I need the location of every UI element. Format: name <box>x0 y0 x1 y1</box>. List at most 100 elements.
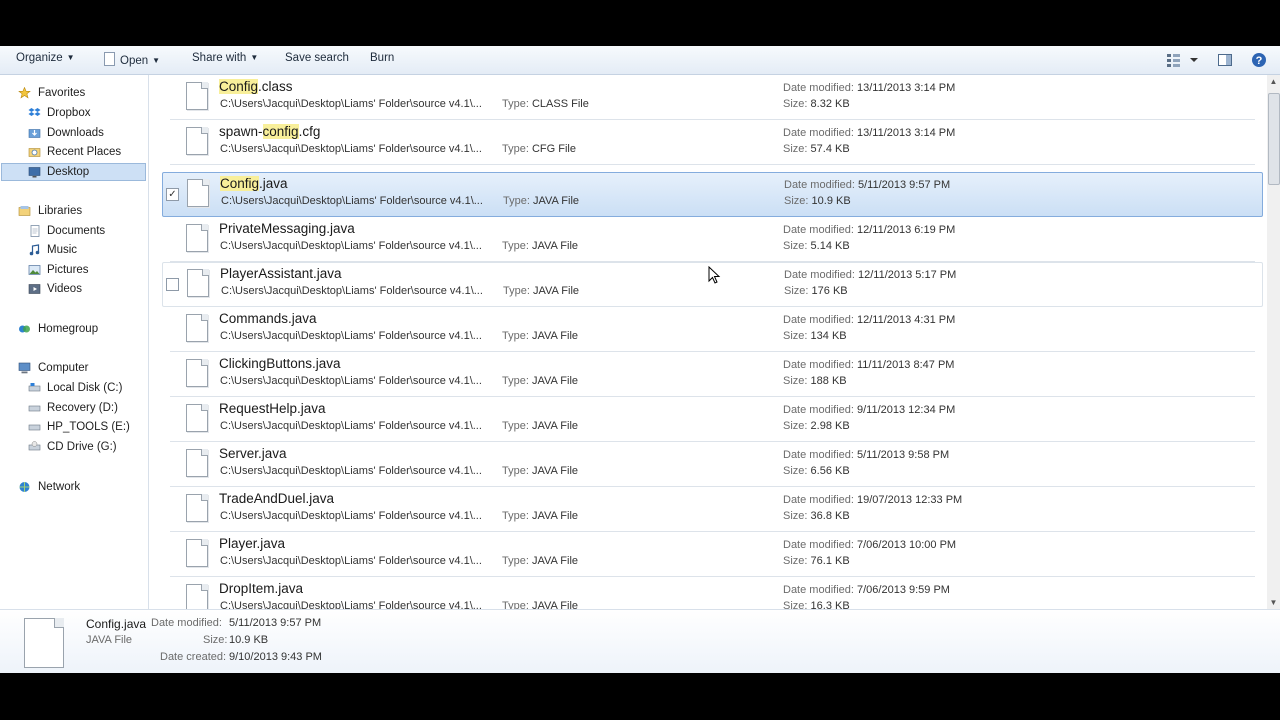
file-type: Type: JAVA File <box>503 285 580 297</box>
file-type: Type: JAVA File <box>502 240 579 252</box>
details-file-name: Config.java <box>86 617 147 631</box>
scrollbar-thumb[interactable] <box>1268 93 1280 185</box>
file-row[interactable]: DropItem.java C:\Users\Jacqui\Desktop\Li… <box>162 577 1263 609</box>
file-name: spawn-config.cfg <box>219 124 321 139</box>
nav-recent-places-label: Recent Places <box>47 146 122 158</box>
file-row[interactable]: PrivateMessaging.java C:\Users\Jacqui\De… <box>162 217 1263 262</box>
file-row[interactable]: Config.class C:\Users\Jacqui\Desktop\Lia… <box>162 75 1263 120</box>
organize-label: Organize <box>16 52 63 64</box>
computer-icon <box>18 362 31 374</box>
scroll-up-arrow-icon[interactable]: ▲ <box>1267 75 1280 88</box>
file-size: Size: 36.8 KB <box>783 510 850 522</box>
file-date-modified: Date modified: 11/11/2013 8:47 PM <box>783 359 955 371</box>
file-row[interactable]: Player.java C:\Users\Jacqui\Desktop\Liam… <box>162 532 1263 577</box>
save-search-button[interactable]: Save search <box>285 52 349 64</box>
file-size: Size: 10.9 KB <box>784 195 851 207</box>
drive-icon <box>28 405 41 412</box>
file-path: C:\Users\Jacqui\Desktop\Liams' Folder\so… <box>220 420 482 432</box>
help-icon: ? <box>1252 53 1266 67</box>
file-size: Size: 188 KB <box>783 375 847 387</box>
nav-desktop[interactable]: Desktop <box>1 163 146 181</box>
details-file-type: JAVA File <box>86 634 133 646</box>
navigation-pane: Favorites Dropbox Downloads Recent Place… <box>0 75 149 609</box>
file-name: Server.java <box>219 446 287 461</box>
videos-icon <box>28 284 41 294</box>
selection-checkbox[interactable]: ✓ <box>166 188 179 201</box>
file-type: Type: JAVA File <box>502 555 579 567</box>
star-icon <box>18 87 31 99</box>
file-date-modified: Date modified: 7/06/2013 9:59 PM <box>783 584 950 596</box>
file-size: Size: 176 KB <box>784 285 848 297</box>
file-icon <box>186 584 208 609</box>
file-icon <box>186 82 208 110</box>
homegroup-icon <box>19 325 30 333</box>
chevron-down-icon: ▼ <box>152 56 161 65</box>
file-icon <box>186 224 208 252</box>
view-options-button[interactable] <box>1165 52 1201 71</box>
nav-music-label: Music <box>47 244 78 256</box>
file-row[interactable]: Server.java C:\Users\Jacqui\Desktop\Liam… <box>162 442 1263 487</box>
file-icon <box>186 539 208 567</box>
selection-checkbox[interactable] <box>166 278 179 291</box>
nav-local-disk-label: Local Disk (C:) <box>47 382 123 394</box>
share-with-label: Share with <box>192 52 247 64</box>
nav-recovery-label: Recovery (D:) <box>47 402 118 414</box>
pictures-icon <box>28 265 41 275</box>
file-row[interactable]: TradeAndDuel.java C:\Users\Jacqui\Deskto… <box>162 487 1263 532</box>
mouse-cursor-icon <box>708 266 721 284</box>
file-name: Config.class <box>219 79 293 94</box>
scroll-down-arrow-icon[interactable]: ▼ <box>1267 596 1280 609</box>
details-pane: Config.java JAVA File Date modified: 5/1… <box>0 609 1280 673</box>
file-date-modified: Date modified: 5/11/2013 9:57 PM <box>784 179 951 191</box>
file-row[interactable]: Commands.java C:\Users\Jacqui\Desktop\Li… <box>162 307 1263 352</box>
file-path: C:\Users\Jacqui\Desktop\Liams' Folder\so… <box>220 465 482 477</box>
file-type: Type: JAVA File <box>502 465 579 477</box>
open-button[interactable]: Open ▼ <box>104 52 160 67</box>
organize-button[interactable]: Organize ▼ <box>16 52 75 64</box>
file-type: Type: JAVA File <box>502 510 579 522</box>
preview-pane-button[interactable] <box>1217 52 1233 71</box>
details-size: 10.9 KB <box>229 634 269 646</box>
nav-downloads-label: Downloads <box>47 127 104 139</box>
file-row[interactable]: spawn-config.cfg C:\Users\Jacqui\Desktop… <box>162 120 1263 165</box>
nav-pictures-label: Pictures <box>47 264 89 276</box>
file-path: C:\Users\Jacqui\Desktop\Liams' Folder\so… <box>220 143 482 155</box>
desktop-icon <box>28 167 41 178</box>
network-icon <box>19 482 30 492</box>
open-label: Open <box>120 55 149 67</box>
file-name: PrivateMessaging.java <box>219 221 355 236</box>
file-size: Size: 134 KB <box>783 330 847 342</box>
details-date-modified-label: Date modified: <box>151 617 222 629</box>
file-name: Config.java <box>220 176 288 191</box>
file-row[interactable]: RequestHelp.java C:\Users\Jacqui\Desktop… <box>162 397 1263 442</box>
file-size: Size: 16.3 KB <box>783 600 850 609</box>
share-with-button[interactable]: Share with ▼ <box>192 52 258 64</box>
file-size: Size: 76.1 KB <box>783 555 850 567</box>
file-size: Size: 8.32 KB <box>783 98 850 110</box>
file-icon <box>186 404 208 432</box>
view-list-icon <box>1167 54 1198 67</box>
preview-pane-icon <box>1218 54 1232 66</box>
burn-button[interactable]: Burn <box>370 52 394 64</box>
recent-places-icon <box>28 148 41 157</box>
file-type: Type: JAVA File <box>502 330 579 342</box>
file-path: C:\Users\Jacqui\Desktop\Liams' Folder\so… <box>221 285 483 297</box>
help-button[interactable]: ? <box>1251 52 1267 71</box>
nav-computer-label: Computer <box>38 362 89 374</box>
documents-icon <box>30 225 40 237</box>
file-large-icon <box>24 618 64 668</box>
file-size: Size: 6.56 KB <box>783 465 850 477</box>
chevron-down-icon: ▼ <box>250 53 259 62</box>
details-date-created: 9/10/2013 9:43 PM <box>229 651 322 663</box>
file-type: Type: JAVA File <box>502 420 579 432</box>
file-path: C:\Users\Jacqui\Desktop\Liams' Folder\so… <box>220 555 482 567</box>
file-row-selected[interactable]: ✓ Config.java C:\Users\Jacqui\Desktop\Li… <box>162 172 1263 217</box>
cd-drive-icon <box>28 441 41 451</box>
vertical-scrollbar[interactable]: ▲ ▼ <box>1267 75 1280 609</box>
file-list: Config.class C:\Users\Jacqui\Desktop\Lia… <box>149 75 1267 609</box>
file-icon <box>187 179 209 207</box>
file-path: C:\Users\Jacqui\Desktop\Liams' Folder\so… <box>220 240 482 252</box>
details-size-label: Size: <box>203 634 228 646</box>
file-type: Type: CFG File <box>502 143 576 155</box>
file-row[interactable]: ClickingButtons.java C:\Users\Jacqui\Des… <box>162 352 1263 397</box>
